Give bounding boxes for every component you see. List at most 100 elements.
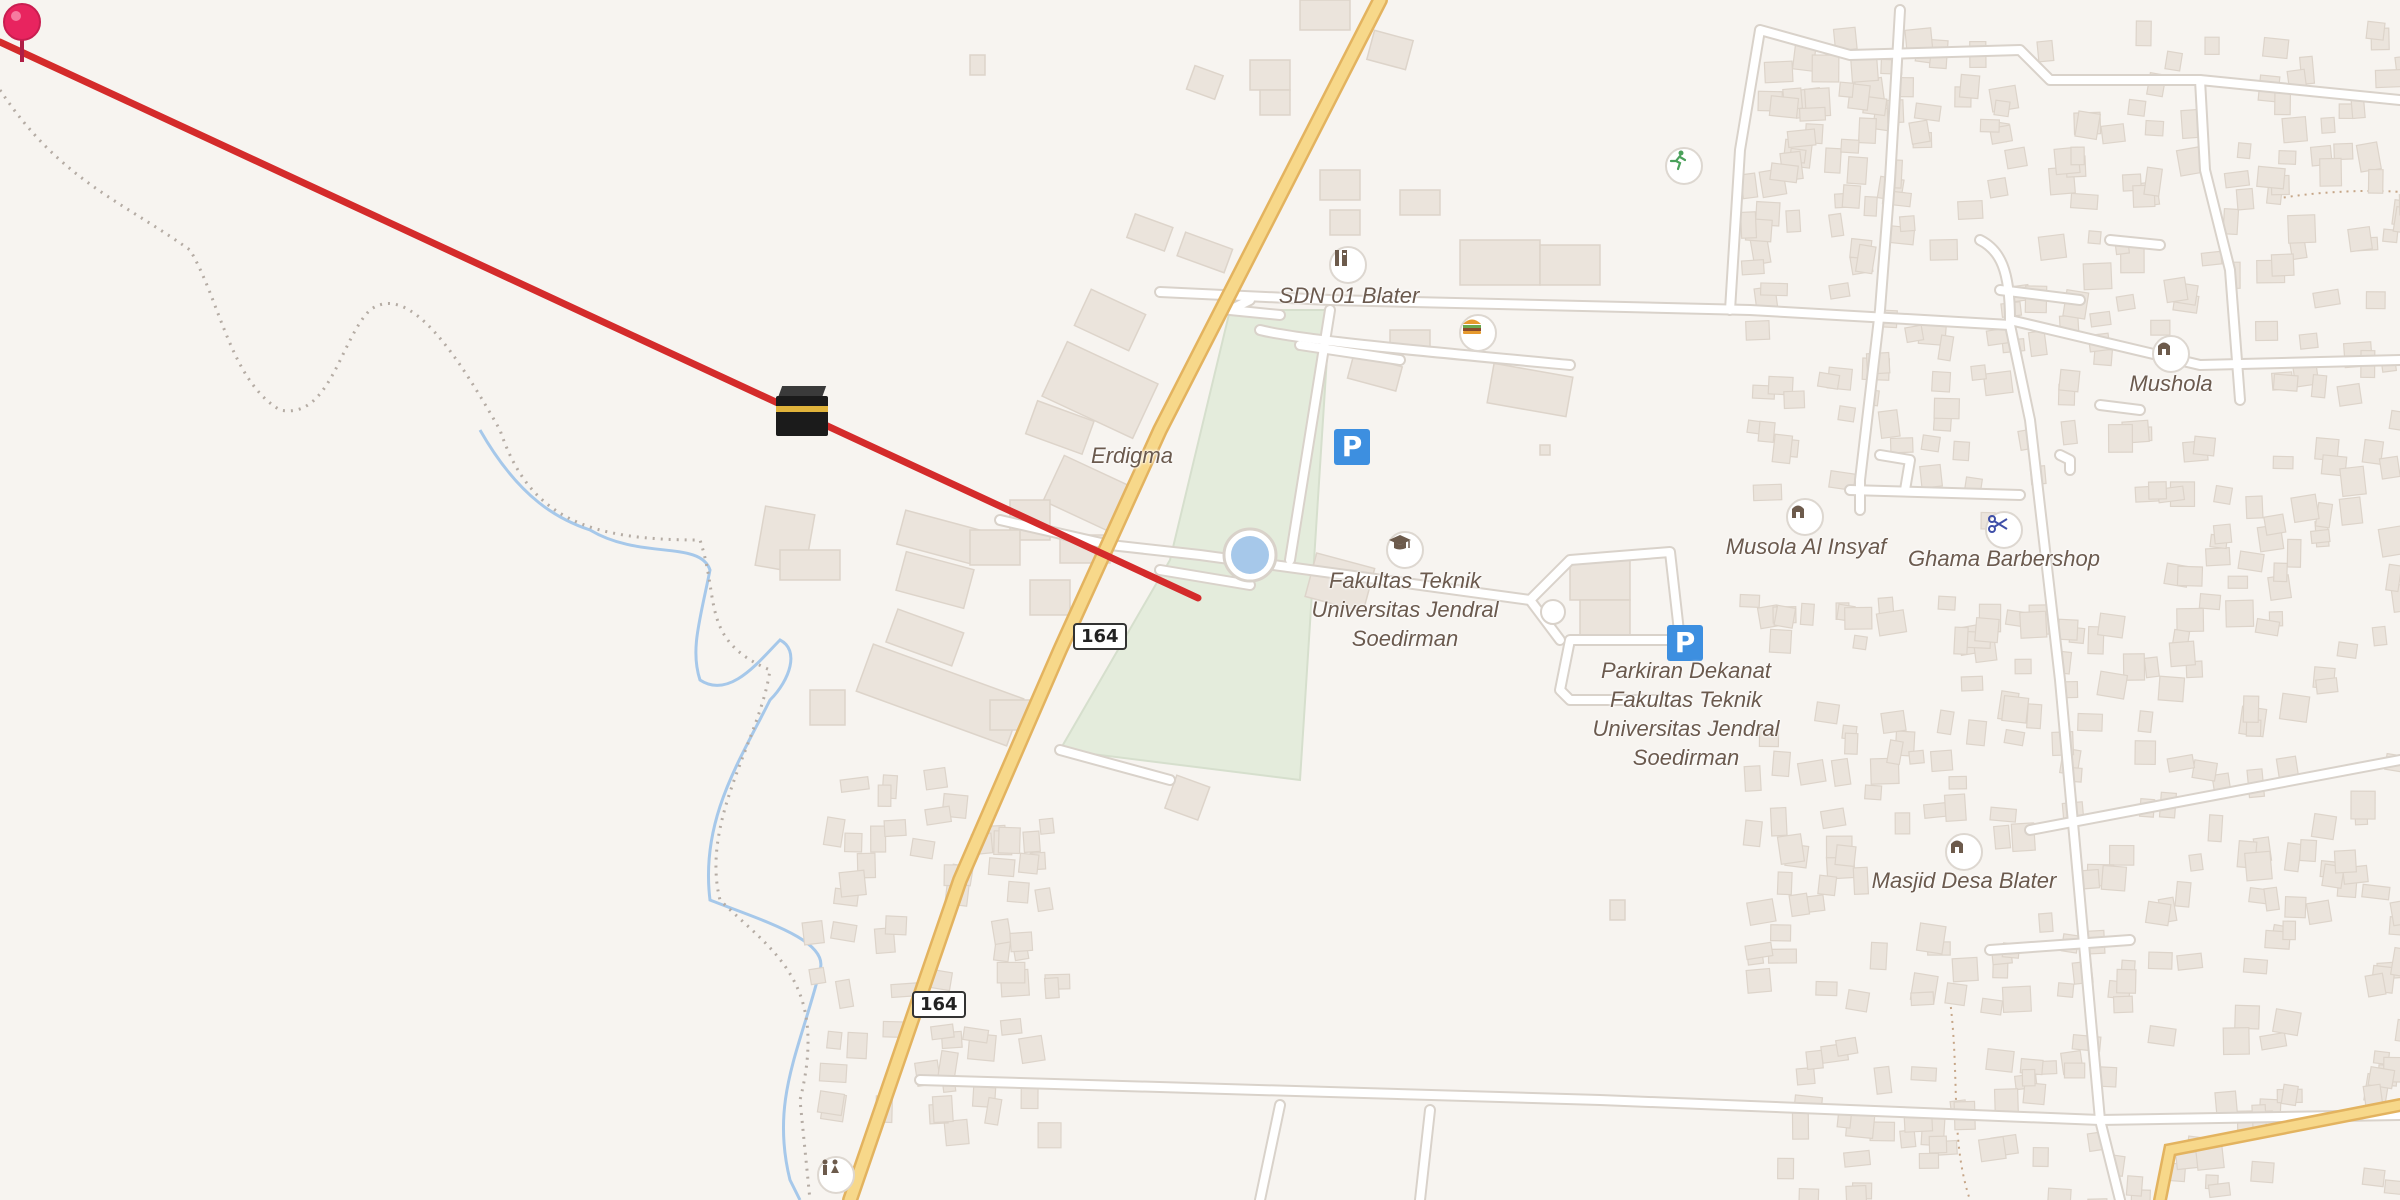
building bbox=[2299, 839, 2318, 863]
building bbox=[1769, 924, 1792, 942]
building bbox=[1840, 138, 1860, 154]
building bbox=[2227, 575, 2249, 589]
building bbox=[2087, 230, 2102, 245]
label-fakultas-teknik[interactable]: Fakultas Teknik Universitas Jendral Soed… bbox=[1311, 566, 1498, 653]
parking-icon-mahasiswa[interactable]: P bbox=[1334, 429, 1370, 465]
mosque-icon-mushola[interactable] bbox=[2152, 335, 2190, 373]
building bbox=[2243, 850, 2273, 882]
building bbox=[2074, 110, 2101, 141]
building bbox=[2305, 899, 2333, 926]
building bbox=[2272, 455, 2294, 470]
label-ghama-barbershop[interactable]: Ghama Barbershop bbox=[1908, 544, 2100, 573]
toilets-icon[interactable] bbox=[817, 1156, 855, 1194]
building bbox=[2001, 985, 2032, 1013]
building bbox=[1771, 433, 1794, 465]
building bbox=[2320, 116, 2336, 134]
building bbox=[2237, 550, 2265, 573]
building bbox=[1819, 807, 1847, 830]
building bbox=[1992, 824, 2012, 850]
building bbox=[2336, 382, 2363, 407]
school-icon[interactable] bbox=[1329, 246, 1367, 284]
building bbox=[2176, 607, 2205, 633]
graduation-cap-icon[interactable] bbox=[1386, 531, 1424, 569]
building bbox=[2273, 562, 2288, 583]
label-mushola[interactable]: Mushola bbox=[2129, 369, 2212, 398]
building bbox=[2272, 373, 2299, 392]
building bbox=[1915, 922, 1947, 955]
building bbox=[2280, 1083, 2299, 1107]
label-musola-al-insyaf[interactable]: Musola Al Insyaf bbox=[1726, 532, 1887, 561]
building bbox=[1838, 81, 1855, 98]
building bbox=[838, 869, 867, 898]
building bbox=[987, 857, 1016, 878]
map-canvas[interactable]: 164 164 P P SDN 01 Blater Erdigma Fakult… bbox=[0, 0, 2400, 1200]
building bbox=[2089, 310, 2112, 328]
building bbox=[1038, 817, 1055, 835]
building bbox=[1823, 147, 1842, 174]
label-masjid-desa-blater[interactable]: Masjid Desa Blater bbox=[1872, 866, 2057, 895]
qibla-direction-line bbox=[0, 38, 1202, 602]
building bbox=[1943, 793, 1967, 822]
building bbox=[2287, 214, 2317, 244]
building bbox=[1805, 1049, 1824, 1071]
label-erdigma[interactable]: Erdigma bbox=[1091, 441, 1173, 470]
running-person-icon[interactable] bbox=[1665, 147, 1703, 185]
building bbox=[2003, 728, 2026, 747]
building bbox=[2388, 409, 2400, 434]
building bbox=[2213, 484, 2234, 506]
building bbox=[870, 825, 887, 853]
building bbox=[2364, 972, 2387, 998]
building bbox=[1936, 709, 1955, 736]
building bbox=[2176, 565, 2204, 587]
kaaba-qibla-icon bbox=[776, 386, 828, 442]
building bbox=[1797, 1188, 1820, 1200]
building bbox=[2319, 157, 2343, 187]
building bbox=[1788, 892, 1811, 918]
village-buildings bbox=[1739, 20, 2400, 1200]
building bbox=[909, 837, 936, 860]
building bbox=[1834, 844, 1857, 868]
building bbox=[2254, 617, 2281, 637]
building bbox=[1768, 628, 1793, 654]
building bbox=[1904, 324, 1925, 344]
small-roundabout bbox=[1540, 599, 1566, 625]
building bbox=[2242, 957, 2269, 975]
building bbox=[1863, 195, 1878, 217]
building bbox=[924, 805, 953, 826]
mosque-icon-musola-al-insyaf[interactable] bbox=[1786, 498, 1824, 536]
building bbox=[2222, 1027, 2250, 1056]
building bbox=[2157, 675, 2186, 703]
fast-food-icon[interactable] bbox=[1459, 314, 1497, 352]
building bbox=[1834, 1036, 1859, 1057]
building bbox=[1773, 604, 1797, 629]
building bbox=[2283, 842, 2303, 873]
location-pin-icon[interactable] bbox=[0, 0, 44, 70]
building bbox=[2374, 68, 2400, 89]
building bbox=[1889, 437, 1914, 454]
building bbox=[1985, 1048, 2015, 1073]
building bbox=[1918, 1152, 1940, 1169]
building bbox=[2290, 493, 2320, 524]
building bbox=[2021, 1068, 2036, 1087]
label-parkiran-dekanat[interactable]: Parkiran Dekanat Fakultas Teknik Univers… bbox=[1592, 656, 1779, 772]
roundabout-pond bbox=[1231, 536, 1269, 574]
building bbox=[1759, 282, 1789, 297]
building bbox=[2225, 599, 2255, 628]
building bbox=[1817, 874, 1838, 897]
building bbox=[2315, 677, 2339, 695]
building bbox=[2361, 1167, 2386, 1188]
label-sdn-01-blater[interactable]: SDN 01 Blater bbox=[1279, 281, 1420, 310]
building bbox=[1982, 370, 2014, 397]
building bbox=[2263, 513, 2287, 536]
building bbox=[2234, 1004, 2261, 1030]
building bbox=[2309, 528, 2331, 545]
building bbox=[2365, 291, 2386, 310]
building bbox=[1813, 701, 1841, 725]
building bbox=[929, 1023, 955, 1041]
building bbox=[2082, 262, 2113, 291]
building bbox=[2144, 900, 2172, 927]
building bbox=[2069, 192, 2099, 211]
building bbox=[1933, 397, 1961, 420]
map-base-layer bbox=[0, 0, 2400, 1200]
building bbox=[1987, 176, 2009, 199]
